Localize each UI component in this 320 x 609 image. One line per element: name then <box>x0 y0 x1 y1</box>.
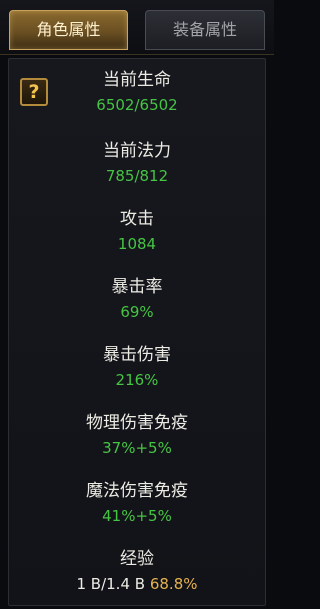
experience-percent: 68.8% <box>149 575 198 593</box>
tab-equipment-attributes[interactable]: 装备属性 <box>145 10 265 50</box>
stat-attack: 攻击 1084 <box>8 208 266 254</box>
stat-value: 69% <box>120 303 154 321</box>
stat-label: 暴击率 <box>111 277 163 297</box>
stat-value: 6502/6502 <box>96 96 178 114</box>
stat-label: 物理伤害免疫 <box>86 413 188 433</box>
stat-label: 经验 <box>120 549 154 569</box>
stat-label: 当前法力 <box>103 141 171 161</box>
stat-experience: 经验 1 B/1.4 B 68.8% <box>8 548 266 594</box>
stat-crit-damage: 暴击伤害 216% <box>8 344 266 390</box>
stat-value: 785/812 <box>105 167 169 185</box>
stat-value: 37%+5% <box>102 439 172 457</box>
stat-crit-rate: 暴击率 69% <box>8 276 266 322</box>
stat-current-mp: 当前法力 785/812 <box>8 140 266 186</box>
tab-character-attributes[interactable]: 角色属性 <box>9 10 128 50</box>
stat-value: 41%+5% <box>102 507 172 525</box>
stat-label: 魔法伤害免疫 <box>86 481 188 501</box>
stat-label: 攻击 <box>120 209 154 229</box>
tab-bar: 角色属性 装备属性 <box>0 0 274 55</box>
stat-label: 暴击伤害 <box>103 345 171 365</box>
experience-progress: 1 B/1.4 B <box>76 575 146 593</box>
stat-magic-immunity: 魔法伤害免疫 41%+5% <box>8 480 266 526</box>
stat-current-hp: 当前生命 6502/6502 <box>8 69 266 115</box>
stat-label: 当前生命 <box>103 70 171 90</box>
stat-value: 216% <box>115 371 159 389</box>
experience-value: 1 B/1.4 B 68.8% <box>8 574 266 594</box>
stat-value: 1084 <box>117 235 157 253</box>
stat-physical-immunity: 物理伤害免疫 37%+5% <box>8 412 266 458</box>
